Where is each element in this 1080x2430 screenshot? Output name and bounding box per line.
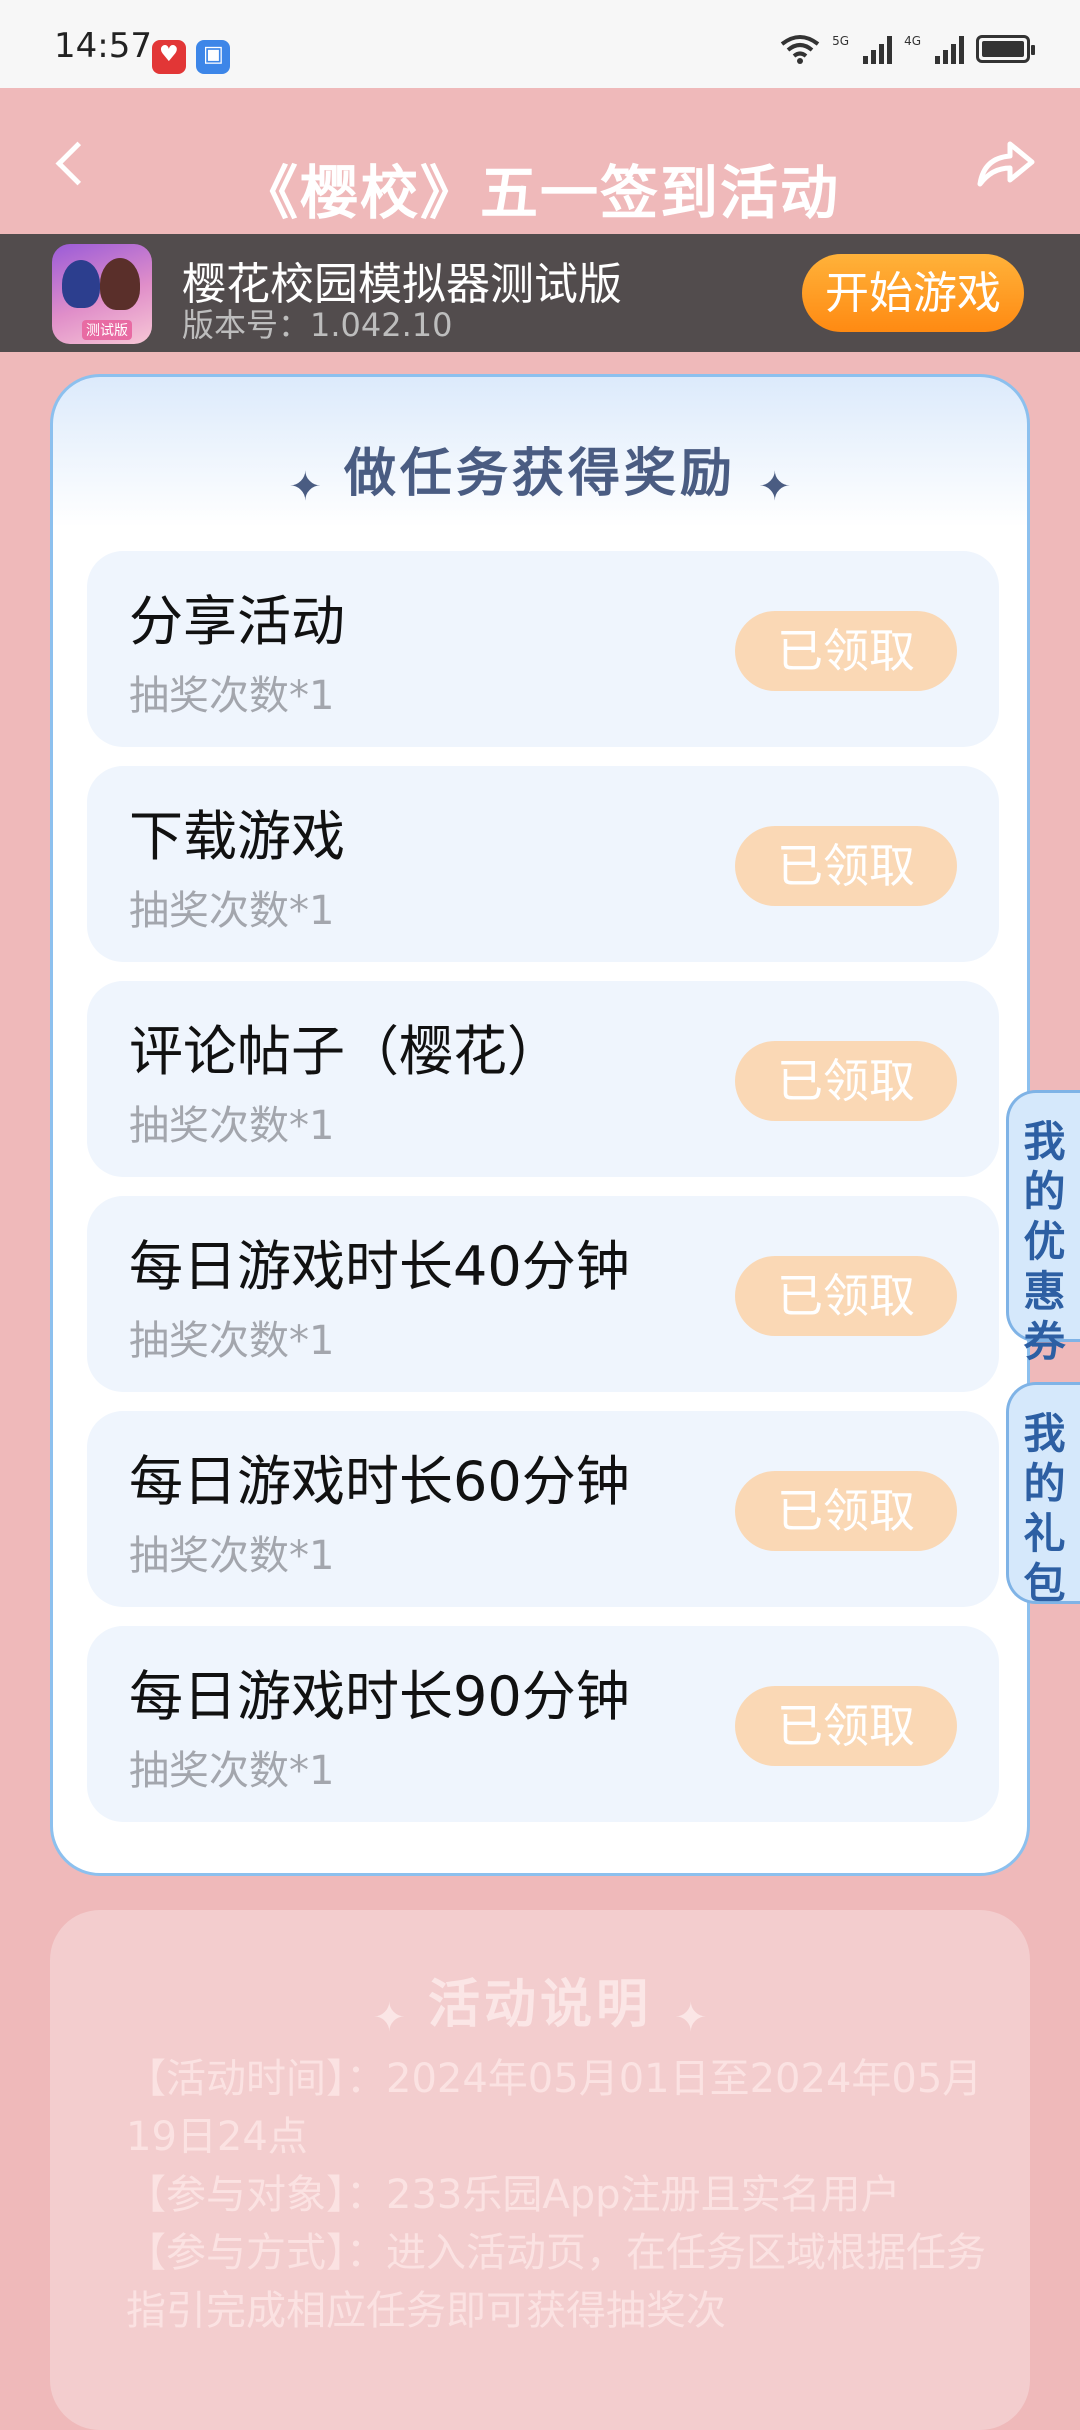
start-game-button[interactable]: 开始游戏 bbox=[802, 254, 1024, 332]
my-gifts-tab[interactable]: 我 的 礼 包 bbox=[1006, 1382, 1080, 1608]
task-name: 评论帖子（樱花） bbox=[129, 1020, 561, 1083]
task-item: 下载游戏 抽奖次数*1 已领取 bbox=[87, 766, 999, 962]
task-name: 每日游戏时长90分钟 bbox=[129, 1665, 630, 1728]
task-reward: 抽奖次数*1 bbox=[129, 1318, 335, 1364]
task-item: 每日游戏时长90分钟 抽奖次数*1 已领取 bbox=[87, 1626, 999, 1822]
character-left bbox=[62, 260, 100, 308]
coupon-tab-char: 惠 bbox=[1023, 1267, 1066, 1316]
task-reward: 抽奖次数*1 bbox=[129, 1533, 335, 1579]
task-item: 分享活动 抽奖次数*1 已领取 bbox=[87, 551, 999, 747]
status-time: 14:57 bbox=[54, 26, 152, 66]
share-icon bbox=[977, 141, 1035, 187]
sparkle-icon: ✦ bbox=[372, 1994, 406, 2041]
gift-tab-char: 的 bbox=[1023, 1459, 1066, 1508]
network-5g-label: 5G bbox=[832, 34, 850, 48]
claimed-button[interactable]: 已领取 bbox=[735, 826, 957, 906]
network-4g-label: 4G bbox=[904, 34, 921, 48]
sparkle-icon: ✦ bbox=[758, 463, 792, 510]
task-item: 每日游戏时长60分钟 抽奖次数*1 已领取 bbox=[87, 1411, 999, 1607]
coupon-tab-char: 券 bbox=[1023, 1317, 1066, 1366]
task-reward: 抽奖次数*1 bbox=[129, 673, 335, 719]
wifi-icon bbox=[780, 35, 820, 64]
game-banner: 测试版 樱花校园模拟器测试版 版本号：1.042.10 开始游戏 bbox=[0, 234, 1080, 352]
task-card: ✦ 做任务获得奖励 ✦ 分享活动 抽奖次数*1 已领取 下载游戏 抽奖次数*1 已领… bbox=[50, 374, 1030, 1876]
signal-4g-icon bbox=[935, 34, 964, 64]
rules-line-time: 【活动时间】：2024年05月01日至2024年05月19日24点 bbox=[126, 2056, 983, 2160]
my-coupons-tab[interactable]: 我 的 优 惠 券 bbox=[1006, 1090, 1080, 1366]
share-button[interactable] bbox=[970, 128, 1040, 198]
task-card-header: ✦ 做任务获得奖励 ✦ bbox=[53, 431, 1027, 510]
gift-tab-char: 我 bbox=[1023, 1409, 1066, 1458]
rules-title: 活动说明 bbox=[427, 1975, 652, 2035]
claimed-button[interactable]: 已领取 bbox=[735, 1256, 957, 1336]
sparkle-icon: ✦ bbox=[288, 463, 322, 510]
gift-tab-char: 礼 bbox=[1023, 1509, 1066, 1558]
page-header: 《樱校》五一签到活动 bbox=[0, 88, 1080, 238]
rules-card: ✦ 活动说明 ✦ 【活动时间】：2024年05月01日至2024年05月19日24点… bbox=[50, 1910, 1030, 2430]
claimed-button[interactable]: 已领取 bbox=[735, 611, 957, 691]
task-reward: 抽奖次数*1 bbox=[129, 1103, 335, 1149]
coupon-tab-char: 优 bbox=[1023, 1217, 1066, 1266]
battery-icon bbox=[976, 35, 1035, 63]
gift-tab-char: 包 bbox=[1023, 1559, 1066, 1608]
status-indicators: 5G 4G bbox=[780, 34, 1035, 64]
rules-line-method: 【参与方式】：进入活动页，在任务区域根据任务指引完成相应任务即可获得抽奖次 bbox=[126, 2230, 986, 2334]
task-name: 分享活动 bbox=[129, 590, 345, 653]
sparkle-icon: ✦ bbox=[674, 1994, 708, 2041]
rules-text: 【活动时间】：2024年05月01日至2024年05月19日24点 【参与对象】… bbox=[126, 2050, 986, 2340]
game-icon: 测试版 bbox=[52, 244, 152, 344]
app-blue-icon bbox=[196, 40, 230, 74]
task-name: 下载游戏 bbox=[129, 805, 345, 868]
task-name: 每日游戏时长40分钟 bbox=[129, 1235, 630, 1298]
task-item: 评论帖子（樱花） 抽奖次数*1 已领取 bbox=[87, 981, 999, 1177]
coupon-tab-char: 的 bbox=[1023, 1167, 1066, 1216]
app-red-icon bbox=[152, 40, 186, 74]
character-right bbox=[100, 258, 140, 310]
status-bar: 14:57 5G 4G bbox=[0, 0, 1080, 88]
coupon-tab-char: 我 bbox=[1023, 1117, 1066, 1166]
rules-card-header: ✦ 活动说明 ✦ bbox=[50, 1962, 1030, 2041]
claimed-button[interactable]: 已领取 bbox=[735, 1686, 957, 1766]
claimed-button[interactable]: 已领取 bbox=[735, 1471, 957, 1551]
signal-5g-icon bbox=[863, 34, 893, 64]
test-version-tag: 测试版 bbox=[82, 320, 132, 340]
task-item: 每日游戏时长40分钟 抽奖次数*1 已领取 bbox=[87, 1196, 999, 1392]
rules-line-audience: 【参与对象】：233乐园App注册且实名用户 bbox=[126, 2172, 901, 2218]
task-reward: 抽奖次数*1 bbox=[129, 888, 335, 934]
task-card-title: 做任务获得奖励 bbox=[343, 444, 736, 504]
game-version: 版本号：1.042.10 bbox=[182, 306, 453, 344]
task-reward: 抽奖次数*1 bbox=[129, 1748, 335, 1794]
claimed-button[interactable]: 已领取 bbox=[735, 1041, 957, 1121]
task-name: 每日游戏时长60分钟 bbox=[129, 1450, 630, 1513]
page-title: 《樱校》五一签到活动 bbox=[239, 159, 840, 227]
